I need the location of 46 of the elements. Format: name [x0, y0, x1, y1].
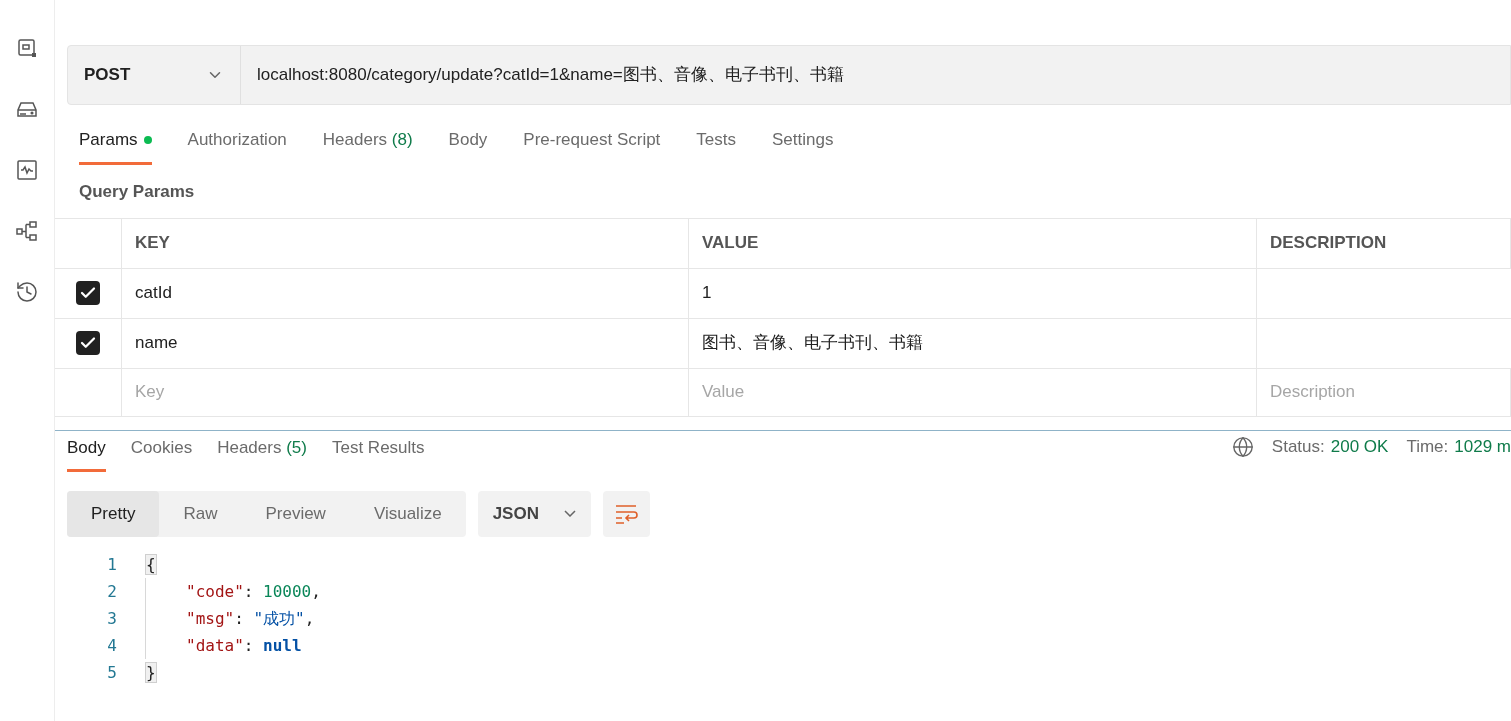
status-value: 200 OK — [1330, 436, 1389, 458]
view-mode-tab[interactable]: Raw — [159, 490, 242, 537]
checkbox[interactable] — [76, 281, 100, 305]
column-header: DESCRIPTION — [1270, 232, 1387, 255]
column-header: KEY — [135, 232, 170, 255]
flow-icon[interactable] — [15, 219, 39, 243]
wrap-lines-icon — [614, 502, 639, 525]
request-tab[interactable]: Tests — [696, 126, 737, 165]
view-mode-tab[interactable]: Visualize — [349, 490, 466, 537]
format-dropdown[interactable]: JSON — [477, 490, 591, 537]
code-line: "msg": "成功", — [186, 607, 315, 630]
time-value: 1029 m — [1454, 436, 1511, 458]
request-tab[interactable]: Pre-request Script — [523, 126, 661, 165]
globe-icon[interactable] — [1231, 435, 1254, 458]
history-icon[interactable] — [15, 280, 39, 304]
status-label: Status: — [1271, 436, 1325, 458]
table-cell-text: 图书、音像、电子书刊、书籍 — [702, 332, 923, 355]
response-tab[interactable]: Body — [67, 435, 106, 472]
column-header: VALUE — [702, 232, 759, 255]
wrap-button[interactable] — [602, 490, 650, 537]
table-cell-text: name — [135, 332, 178, 355]
view-mode-tab[interactable]: Pretty — [67, 490, 160, 537]
line-number: 3 — [106, 607, 117, 630]
response-tab[interactable]: Test Results — [331, 435, 425, 472]
line-number: 4 — [106, 634, 117, 657]
request-tab[interactable]: Headers (8) — [322, 126, 413, 165]
line-number: 2 — [106, 580, 117, 603]
section-title: Query Params — [79, 181, 196, 203]
table-cell-text: catId — [135, 282, 172, 305]
view-mode-tab[interactable]: Preview — [241, 490, 350, 537]
request-tab[interactable]: Authorization — [187, 126, 287, 165]
line-number: 5 — [106, 661, 117, 684]
collection-icon[interactable] — [15, 36, 39, 60]
monitor-icon[interactable] — [15, 158, 39, 182]
code-line: "data": null — [186, 634, 302, 657]
code-line: "code": 10000, — [186, 580, 321, 603]
request-tab[interactable]: Params — [79, 126, 152, 165]
response-tab[interactable]: Cookies — [130, 435, 193, 472]
request-tab[interactable]: Settings — [772, 126, 834, 165]
response-tab[interactable]: Headers (5) — [217, 435, 307, 472]
checkbox[interactable] — [76, 331, 100, 355]
line-number: 1 — [106, 553, 117, 576]
time-label: Time: — [1406, 436, 1449, 458]
request-tab[interactable]: Body — [448, 126, 488, 165]
table-cell-text: 1 — [702, 282, 712, 305]
caret-icon — [563, 510, 576, 517]
